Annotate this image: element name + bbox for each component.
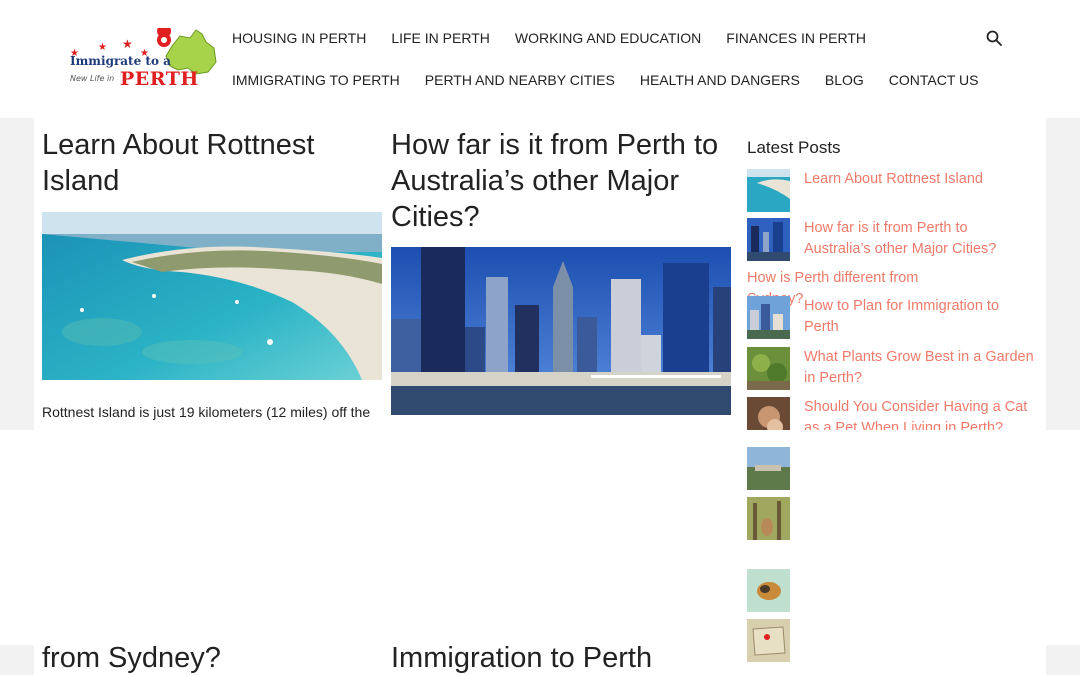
article-title-partial-sydney[interactable]: from Sydney? [42, 640, 221, 675]
search-icon[interactable] [985, 29, 1003, 47]
post-link-immigration-plan[interactable]: How to Plan for Immigration to Perth [804, 296, 1034, 338]
nav-item-contact[interactable]: CONTACT US [889, 72, 979, 88]
post-thumbnail-town[interactable] [747, 447, 790, 490]
post-link-plants[interactable]: What Plants Grow Best in a Garden in Per… [804, 347, 1034, 389]
logo-text-line2: New Life in [70, 74, 115, 83]
nav-item-finances[interactable]: FINANCES IN PERTH [726, 30, 866, 46]
site-header: ★ ★ ★ ★ Immigrate to a New Life in PERTH… [0, 0, 1080, 118]
nav-item-health-dangers[interactable]: HEALTH AND DANGERS [640, 72, 800, 88]
article-title-partial-immigration[interactable]: Immigration to Perth [391, 640, 652, 675]
post-thumbnail-kangaroos[interactable] [747, 497, 790, 540]
post-thumbnail-map[interactable] [747, 619, 790, 662]
nav-item-working-education[interactable]: WORKING AND EDUCATION [515, 30, 701, 46]
unrendered-region [0, 430, 1080, 645]
nav-row-2: IMMIGRATING TO PERTH PERTH AND NEARBY CI… [232, 72, 1003, 88]
article-image-perth-skyline[interactable] [391, 247, 731, 415]
post-link-distances[interactable]: How far is it from Perth to Australia’s … [804, 218, 1034, 260]
article-image-rottnest[interactable] [42, 212, 382, 380]
article-excerpt-rottnest: Rottnest Island is just 19 kilometers (1… [42, 404, 371, 420]
article-title-rottnest[interactable]: Learn About Rottnest Island [42, 127, 372, 199]
nav-row-1: HOUSING IN PERTH LIFE IN PERTH WORKING A… [232, 30, 891, 46]
latest-posts-heading: Latest Posts [747, 138, 841, 157]
nav-item-immigrating[interactable]: IMMIGRATING TO PERTH [232, 72, 400, 88]
nav-item-housing[interactable]: HOUSING IN PERTH [232, 30, 366, 46]
main-navigation: HOUSING IN PERTH LIFE IN PERTH WORKING A… [232, 0, 992, 118]
svg-text:★: ★ [98, 42, 107, 53]
post-thumbnail-garden[interactable] [747, 347, 790, 390]
post-thumbnail-animal[interactable] [747, 569, 790, 612]
nav-item-nearby-cities[interactable]: PERTH AND NEARBY CITIES [425, 72, 615, 88]
site-logo[interactable]: ★ ★ ★ ★ Immigrate to a New Life in PERTH [68, 28, 220, 92]
post-thumbnail-rottnest[interactable] [747, 169, 790, 212]
nav-item-life[interactable]: LIFE IN PERTH [391, 30, 490, 46]
post-link-rottnest[interactable]: Learn About Rottnest Island [804, 169, 1034, 190]
post-thumbnail-skyline[interactable] [747, 218, 790, 261]
svg-text:★: ★ [122, 37, 133, 51]
nav-item-blog[interactable]: BLOG [825, 72, 864, 88]
logo-text-line1: Immigrate to a [70, 54, 171, 68]
post-thumbnail-city[interactable] [747, 296, 790, 339]
logo-text-perth: PERTH [120, 68, 199, 90]
article-title-distances[interactable]: How far is it from Perth to Australia’s … [391, 127, 736, 235]
